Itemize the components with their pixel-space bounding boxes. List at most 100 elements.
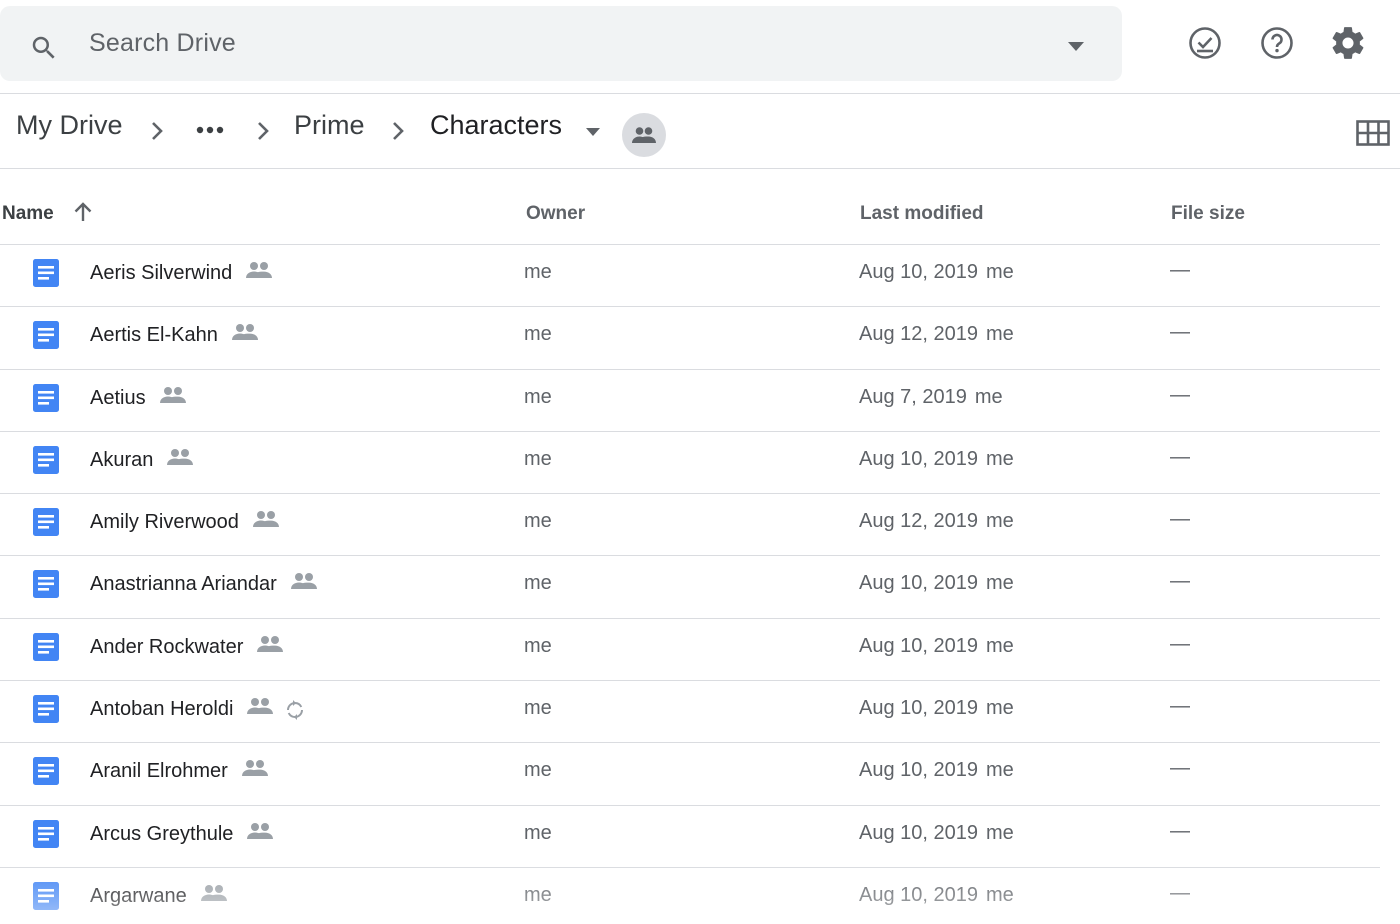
file-last-modified: Aug 10, 2019 me bbox=[859, 822, 1014, 845]
file-size: — bbox=[1170, 321, 1190, 344]
file-name: Aertis El-Kahn bbox=[90, 324, 218, 347]
file-name: Antoban Heroldi bbox=[90, 698, 234, 721]
google-docs-icon bbox=[33, 508, 59, 537]
column-header-owner[interactable]: Owner bbox=[526, 203, 585, 225]
file-last-modified: Aug 10, 2019 me bbox=[859, 759, 1014, 782]
file-owner: me bbox=[524, 634, 552, 657]
google-docs-icon bbox=[33, 881, 59, 910]
modified-date: Aug 10, 2019 bbox=[859, 759, 978, 782]
modified-by: me bbox=[986, 323, 1014, 346]
modified-date: Aug 10, 2019 bbox=[859, 821, 978, 844]
chevron-right-icon bbox=[258, 122, 269, 140]
modified-date: Aug 10, 2019 bbox=[859, 572, 978, 595]
shared-people-icon bbox=[246, 262, 272, 278]
file-last-modified: Aug 10, 2019 me bbox=[859, 697, 1014, 720]
offline-ready-icon[interactable] bbox=[1186, 24, 1224, 62]
file-row[interactable]: Anastrianna Ariandar me Aug 10, 2019 me — bbox=[0, 556, 1380, 619]
sort-ascending-arrow-icon[interactable] bbox=[72, 201, 94, 223]
file-owner: me bbox=[524, 759, 552, 782]
file-last-modified: Aug 10, 2019 me bbox=[859, 635, 1014, 658]
file-list: Aeris Silverwind me Aug 10, 2019 me — Aertis … bbox=[0, 245, 1400, 924]
file-name: Aeris Silverwind bbox=[90, 262, 233, 284]
shared-people-icon bbox=[242, 760, 268, 777]
modified-date: Aug 10, 2019 bbox=[859, 634, 978, 657]
shared-people-icon bbox=[201, 884, 227, 901]
google-docs-icon bbox=[33, 570, 59, 599]
file-owner: me bbox=[524, 261, 552, 283]
shared-people-icon bbox=[167, 448, 193, 465]
shared-people-icon bbox=[247, 698, 273, 715]
file-owner: me bbox=[524, 385, 552, 408]
help-icon[interactable] bbox=[1258, 24, 1296, 62]
grid-view-icon[interactable] bbox=[1356, 120, 1390, 146]
people-icon bbox=[632, 127, 656, 143]
modified-by: me bbox=[986, 447, 1014, 470]
shared-people-icon bbox=[247, 822, 273, 839]
file-name: Akuran bbox=[90, 448, 154, 471]
shared-people-icon bbox=[291, 573, 317, 590]
file-row[interactable]: Arcus Greythule me Aug 10, 2019 me — bbox=[0, 806, 1380, 868]
breadcrumb-my-drive[interactable]: My Drive bbox=[16, 110, 123, 141]
more-horiz-icon[interactable] bbox=[196, 126, 224, 134]
search-input[interactable]: Search Drive bbox=[89, 29, 236, 58]
modified-by: me bbox=[986, 759, 1014, 782]
chevron-right-icon bbox=[393, 122, 404, 140]
file-size: — bbox=[1170, 383, 1190, 406]
folder-menu-caret-icon[interactable] bbox=[585, 127, 601, 137]
google-docs-icon bbox=[33, 383, 59, 412]
file-owner: me bbox=[524, 697, 552, 720]
breadcrumb-characters[interactable]: Characters bbox=[430, 110, 562, 141]
shared-folder-people-button[interactable] bbox=[622, 113, 666, 157]
file-size: — bbox=[1170, 508, 1190, 531]
file-row[interactable]: Argarwane me Aug 10, 2019 me — bbox=[0, 868, 1380, 924]
column-header-last-modified[interactable]: Last modified bbox=[860, 203, 984, 225]
search-options-icon[interactable] bbox=[1066, 41, 1086, 53]
file-owner: me bbox=[524, 821, 552, 844]
file-name: Argarwane bbox=[90, 884, 187, 907]
file-row[interactable]: Aetius me Aug 7, 2019 me — bbox=[0, 370, 1380, 432]
column-header-file-size[interactable]: File size bbox=[1171, 203, 1245, 225]
shared-people-icon bbox=[232, 324, 258, 341]
sync-icon bbox=[287, 700, 303, 721]
file-size: — bbox=[1170, 445, 1190, 468]
file-name: Arcus Greythule bbox=[90, 822, 234, 845]
file-row[interactable]: Ander Rockwater me Aug 10, 2019 me — bbox=[0, 619, 1380, 682]
breadcrumb-prime[interactable]: Prime bbox=[294, 110, 365, 141]
top-header: Search Drive bbox=[0, 0, 1400, 94]
shared-people-icon bbox=[257, 635, 283, 652]
modified-date: Aug 12, 2019 bbox=[859, 323, 978, 346]
file-owner: me bbox=[524, 883, 552, 906]
file-size: — bbox=[1170, 570, 1190, 593]
modified-by: me bbox=[986, 821, 1014, 844]
file-row[interactable]: Amily Riverwood me Aug 12, 2019 me — bbox=[0, 494, 1380, 557]
file-last-modified: Aug 10, 2019 me bbox=[859, 884, 1014, 907]
file-last-modified: Aug 12, 2019 me bbox=[859, 323, 1014, 346]
shared-people-icon bbox=[253, 511, 279, 528]
google-docs-icon bbox=[33, 819, 59, 848]
file-size: — bbox=[1170, 695, 1190, 718]
file-size: — bbox=[1170, 632, 1190, 655]
file-size: — bbox=[1170, 259, 1190, 281]
file-row[interactable]: Aranil Elrohmer me Aug 10, 2019 me — bbox=[0, 743, 1380, 806]
file-row[interactable]: Akuran me Aug 10, 2019 me — bbox=[0, 432, 1380, 495]
file-last-modified: Aug 10, 2019 me bbox=[859, 572, 1014, 595]
file-name: Amily Riverwood bbox=[90, 511, 239, 534]
file-last-modified: Aug 10, 2019 me bbox=[859, 448, 1014, 471]
file-row[interactable]: Aertis El-Kahn me Aug 12, 2019 me — bbox=[0, 307, 1380, 370]
file-list-header: Name Owner Last modified File size bbox=[0, 169, 1380, 245]
search-icon[interactable] bbox=[29, 33, 59, 63]
file-size: — bbox=[1170, 757, 1190, 780]
modified-by: me bbox=[986, 883, 1014, 906]
file-owner: me bbox=[524, 447, 552, 470]
column-header-name[interactable]: Name bbox=[2, 203, 54, 225]
file-row[interactable]: Antoban Heroldi me Aug 10, 2019 me — bbox=[0, 681, 1380, 744]
file-last-modified: Aug 12, 2019 me bbox=[859, 510, 1014, 533]
file-row[interactable]: Aeris Silverwind me Aug 10, 2019 me — bbox=[0, 245, 1380, 308]
google-docs-icon bbox=[33, 757, 59, 786]
file-name: Aranil Elrohmer bbox=[90, 760, 228, 783]
settings-icon[interactable] bbox=[1329, 24, 1367, 62]
modified-by: me bbox=[974, 385, 1003, 408]
modified-by: me bbox=[986, 634, 1014, 657]
search-bar[interactable]: Search Drive bbox=[0, 6, 1122, 81]
modified-by: me bbox=[986, 261, 1014, 283]
